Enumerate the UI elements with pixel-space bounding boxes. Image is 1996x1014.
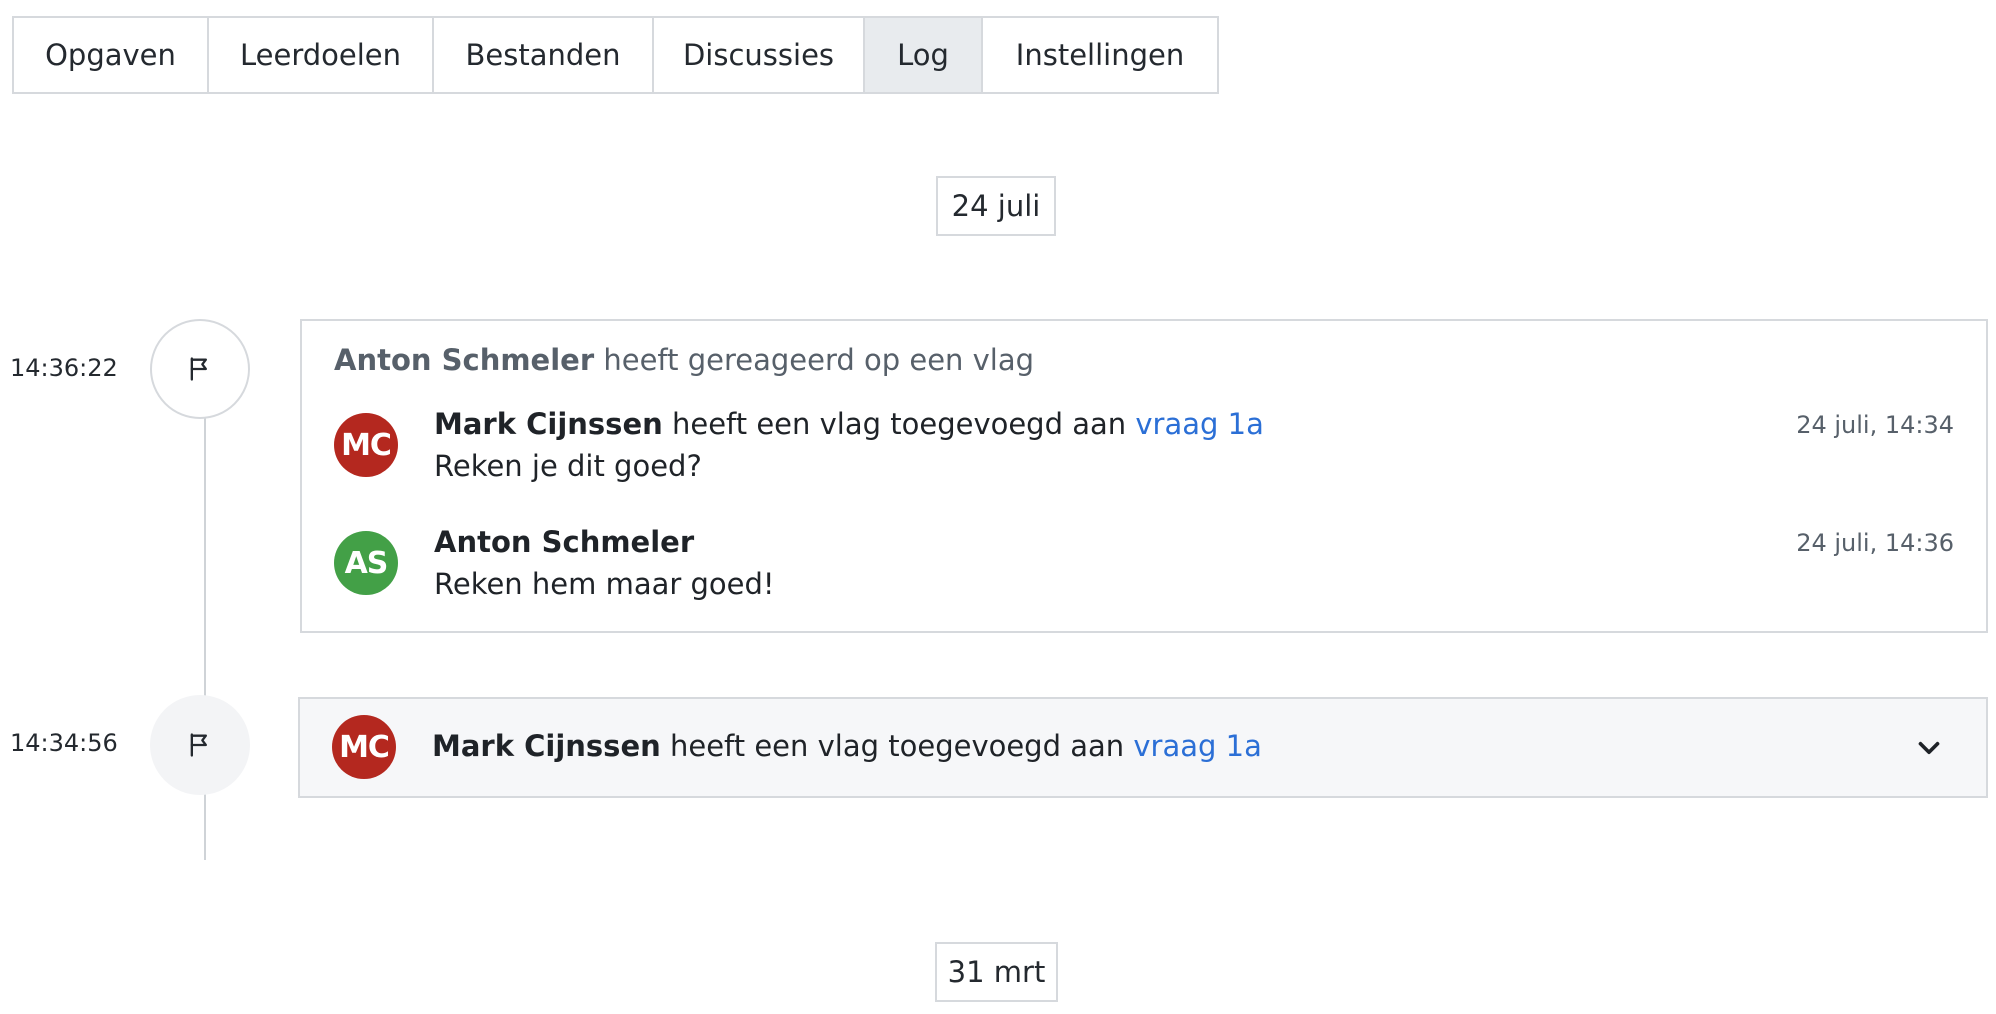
avatar: MC bbox=[334, 413, 398, 477]
date-separator: 31 mrt bbox=[935, 942, 1058, 1002]
tab-discussies[interactable]: Discussies bbox=[654, 18, 865, 92]
message-title: Mark Cijnssen heeft een vlag toegevoegd … bbox=[434, 407, 1264, 441]
log-entry-card-collapsed[interactable]: MC Mark Cijnssen heeft een vlag toegevoe… bbox=[298, 697, 1988, 798]
action-text: heeft een vlag toegevoegd aan bbox=[669, 729, 1125, 763]
author-name: Mark Cijnssen bbox=[432, 729, 661, 763]
flag-icon bbox=[190, 733, 207, 757]
question-link[interactable]: vraag 1a bbox=[1135, 407, 1263, 441]
timeline-line bbox=[204, 418, 206, 698]
timeline-line bbox=[204, 790, 206, 860]
chevron-down-icon[interactable] bbox=[1912, 731, 1946, 765]
tab-log[interactable]: Log bbox=[865, 18, 983, 92]
avatar: MC bbox=[332, 715, 396, 779]
author-name: Mark Cijnssen bbox=[434, 407, 663, 441]
timeline-node bbox=[150, 695, 250, 795]
message-title: Anton Schmeler bbox=[434, 525, 694, 559]
tab-leerdoelen[interactable]: Leerdoelen bbox=[209, 18, 434, 92]
timeline-node bbox=[150, 319, 250, 419]
log-entry-header: Anton Schmeler heeft gereageerd op een v… bbox=[334, 343, 1034, 377]
message-timestamp: 24 juli, 14:34 bbox=[1796, 411, 1954, 439]
avatar: AS bbox=[334, 531, 398, 595]
event-time: 14:36:22 bbox=[10, 354, 118, 382]
message-timestamp: 24 juli, 14:36 bbox=[1796, 529, 1954, 557]
date-separator: 24 juli bbox=[936, 176, 1056, 236]
tab-bestanden[interactable]: Bestanden bbox=[434, 18, 654, 92]
question-link[interactable]: vraag 1a bbox=[1133, 729, 1261, 763]
message-title: Mark Cijnssen heeft een vlag toegevoegd … bbox=[432, 729, 1262, 763]
message-body: Reken je dit goed? bbox=[434, 449, 702, 483]
log-entry-card: Anton Schmeler heeft gereageerd op een v… bbox=[300, 319, 1988, 633]
action-text: heeft gereageerd op een vlag bbox=[603, 343, 1035, 377]
tab-instellingen[interactable]: Instellingen bbox=[983, 18, 1217, 92]
actor-name: Anton Schmeler bbox=[334, 343, 595, 377]
message-body: Reken hem maar goed! bbox=[434, 567, 775, 601]
flag-icon bbox=[190, 357, 207, 381]
tab-opgaven[interactable]: Opgaven bbox=[14, 18, 209, 92]
tab-bar: Opgaven Leerdoelen Bestanden Discussies … bbox=[12, 16, 1219, 94]
action-text: heeft een vlag toegevoegd aan bbox=[671, 407, 1127, 441]
event-time: 14:34:56 bbox=[10, 729, 118, 757]
author-name: Anton Schmeler bbox=[434, 525, 695, 559]
